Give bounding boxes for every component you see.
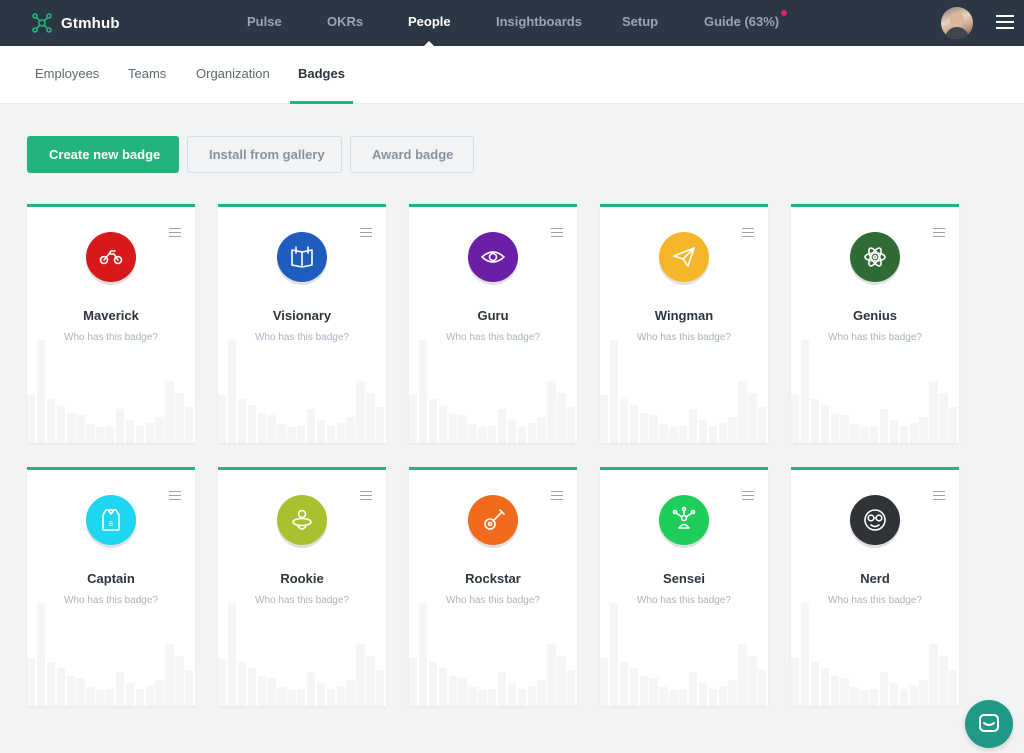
badge-visionary-emblem (277, 232, 327, 282)
badge-name: Captain (87, 571, 135, 586)
install-from-gallery-button[interactable]: Install from gallery (187, 136, 342, 173)
people-subnav: Employees Teams Organization Badges (0, 46, 1024, 104)
atom-icon (864, 247, 886, 267)
chat-icon (979, 714, 999, 732)
badge-rookie-emblem (277, 495, 327, 545)
badge-name: Rookie (280, 571, 324, 586)
badge-sensei-emblem (659, 495, 709, 545)
nav-okrs[interactable]: OKRs (327, 0, 363, 46)
svg-text:8: 8 (109, 521, 113, 528)
main-nav: Pulse OKRs People Insightboards Setup Gu… (0, 0, 1024, 46)
badge-card[interactable]: 8 Captain Who has this badge? (27, 467, 195, 706)
badge-activity-background (218, 333, 386, 443)
nerd-face-icon (864, 509, 886, 531)
badge-activity-background (409, 333, 577, 443)
badge-maverick-emblem (86, 232, 136, 282)
badge-holders-link[interactable]: Who has this badge? (27, 332, 195, 343)
nav-setup[interactable]: Setup (622, 0, 658, 46)
paper-plane-icon (673, 247, 695, 267)
card-menu-icon[interactable] (551, 228, 563, 237)
badge-card[interactable]: Sensei Who has this badge? (600, 467, 768, 706)
captain-shirt-icon: 8 (102, 509, 120, 531)
badge-holders-link[interactable]: Who has this badge? (409, 332, 577, 343)
nav-insightboards[interactable]: Insightboards (496, 0, 582, 46)
badge-activity-background (600, 333, 768, 443)
tab-organization[interactable]: Organization (196, 46, 270, 104)
badge-holders-link[interactable]: Who has this badge? (791, 595, 959, 606)
network-person-icon (672, 506, 696, 529)
card-menu-icon[interactable] (360, 228, 372, 237)
badge-name: Maverick (83, 308, 139, 323)
tab-teams[interactable]: Teams (128, 46, 166, 104)
badge-genius-emblem (850, 232, 900, 282)
badge-name: Nerd (860, 571, 890, 586)
chat-support-button[interactable] (965, 700, 1013, 748)
badge-name: Genius (852, 308, 898, 323)
nav-pulse[interactable]: Pulse (247, 0, 282, 46)
top-navigation-bar: Gtmhub Pulse OKRs People Insightboards S… (0, 0, 1024, 46)
badge-activity-background (218, 596, 386, 706)
card-menu-icon[interactable] (169, 228, 181, 237)
nav-guide[interactable]: Guide (63%) (704, 0, 779, 46)
badge-holders-link[interactable]: Who has this badge? (218, 332, 386, 343)
user-avatar[interactable] (941, 7, 973, 39)
badge-holders-link[interactable]: Who has this badge? (791, 332, 959, 343)
badge-name: Guru (477, 308, 509, 323)
badge-activity-background (27, 596, 195, 706)
badge-captain-emblem: 8 (86, 495, 136, 545)
eye-icon (481, 251, 505, 263)
badge-holders-link[interactable]: Who has this badge? (600, 595, 768, 606)
badge-activity-background (409, 596, 577, 706)
card-menu-icon[interactable] (742, 228, 754, 237)
badge-name: Sensei (663, 571, 705, 586)
create-badge-button[interactable]: Create new badge (27, 136, 179, 173)
notification-dot (779, 8, 789, 18)
award-badge-button[interactable]: Award badge (350, 136, 474, 173)
pacifier-icon (292, 509, 312, 530)
badge-card[interactable]: Visionary Who has this badge? (218, 204, 386, 443)
badge-holders-link[interactable]: Who has this badge? (27, 595, 195, 606)
badge-card[interactable]: Wingman Who has this badge? (600, 204, 768, 443)
card-menu-icon[interactable] (933, 491, 945, 500)
card-menu-icon[interactable] (551, 491, 563, 500)
hamburger-menu-icon[interactable] (996, 15, 1014, 29)
badge-holders-link[interactable]: Who has this badge? (409, 595, 577, 606)
nav-people[interactable]: People (408, 0, 451, 46)
card-menu-icon[interactable] (742, 491, 754, 500)
tab-employees[interactable]: Employees (35, 46, 99, 104)
badge-name: Rockstar (465, 571, 521, 586)
badge-name: Wingman (654, 308, 714, 323)
badge-holders-link[interactable]: Who has this badge? (600, 332, 768, 343)
card-menu-icon[interactable] (360, 491, 372, 500)
guitar-icon (484, 509, 505, 530)
badge-guru-emblem (468, 232, 518, 282)
tab-badges[interactable]: Badges (290, 46, 353, 104)
badge-card[interactable]: Rockstar Who has this badge? (409, 467, 577, 706)
badge-activity-background (600, 596, 768, 706)
motorcycle-icon (99, 250, 123, 265)
badge-activity-background (791, 333, 959, 443)
badge-card[interactable]: Maverick Who has this badge? (27, 204, 195, 443)
badge-wingman-emblem (659, 232, 709, 282)
badge-activity-background (27, 333, 195, 443)
badge-actions: Create new badge Install from gallery Aw… (27, 136, 482, 173)
book-icon (291, 246, 313, 268)
badge-rockstar-emblem (468, 495, 518, 545)
badge-card[interactable]: Rookie Who has this badge? (218, 467, 386, 706)
badge-activity-background (791, 596, 959, 706)
card-menu-icon[interactable] (933, 228, 945, 237)
badge-card[interactable]: Genius Who has this badge? (791, 204, 959, 443)
badge-name: Visionary (272, 308, 332, 323)
badge-holders-link[interactable]: Who has this badge? (218, 595, 386, 606)
badge-card[interactable]: Nerd Who has this badge? (791, 467, 959, 706)
badge-nerd-emblem (850, 495, 900, 545)
card-menu-icon[interactable] (169, 491, 181, 500)
badge-card[interactable]: Guru Who has this badge? (409, 204, 577, 443)
